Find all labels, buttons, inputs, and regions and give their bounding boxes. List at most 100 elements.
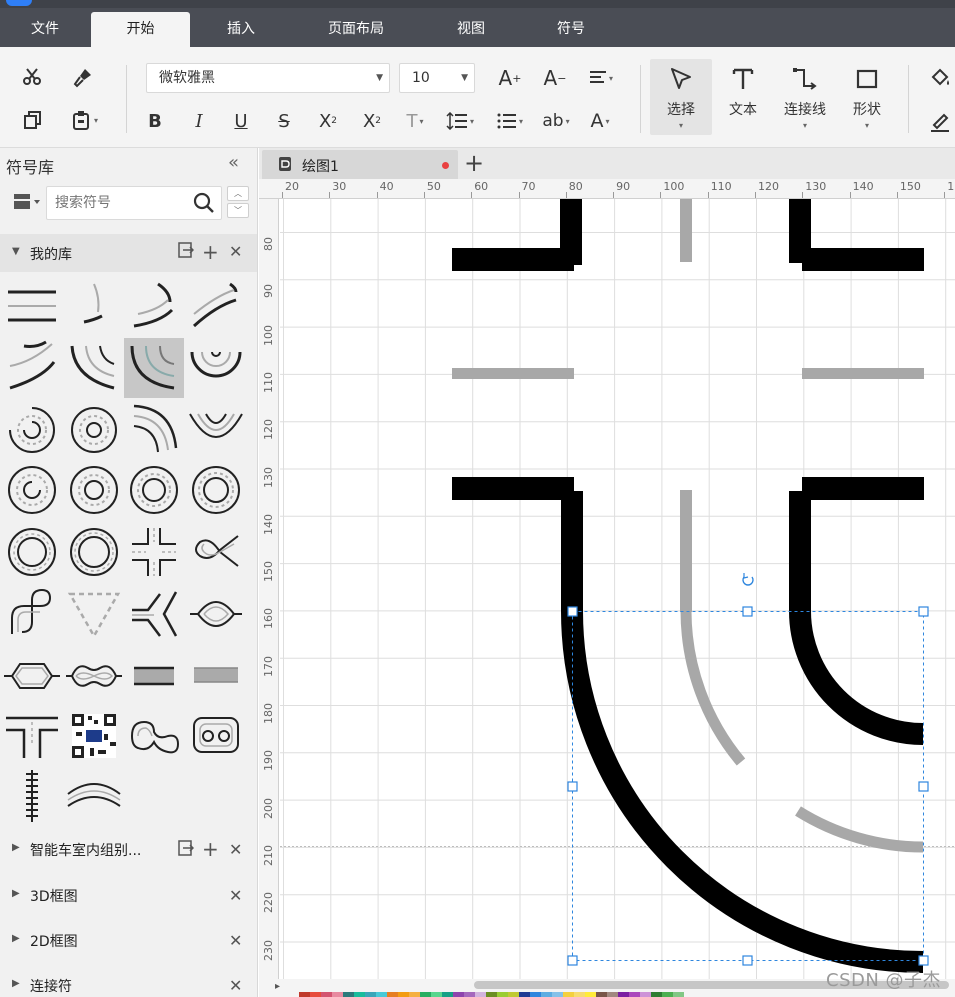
color-swatch[interactable] (442, 992, 453, 997)
tab-page-layout[interactable]: 页面布局 (310, 12, 402, 47)
symbol-kiss-road[interactable] (64, 646, 124, 706)
center-line[interactable] (680, 199, 692, 262)
symbol-roundabout-3[interactable] (186, 460, 246, 520)
resize-handle[interactable] (567, 955, 578, 966)
underline-icon[interactable]: U (226, 106, 256, 136)
page-nav-icon[interactable]: ▸ (275, 981, 280, 992)
close-icon[interactable]: ✕ (229, 242, 242, 261)
resize-handle[interactable] (918, 781, 929, 792)
add-icon[interactable]: + (202, 240, 219, 264)
color-swatch[interactable] (552, 992, 563, 997)
close-icon[interactable]: ✕ (229, 976, 242, 995)
symbol-loop-knot[interactable] (186, 522, 246, 582)
chevron-down-icon[interactable]: ﹀ (227, 203, 249, 218)
resize-handle[interactable] (742, 606, 753, 617)
select-tool-button[interactable]: 选择 ▾ (650, 59, 712, 135)
font-color-icon[interactable]: A ▾ (580, 106, 620, 136)
superscript-icon[interactable]: X2 (313, 106, 343, 136)
symbol-roundabout-2[interactable] (124, 460, 184, 520)
color-swatch[interactable] (508, 992, 519, 997)
color-swatch[interactable] (387, 992, 398, 997)
color-swatch[interactable] (673, 992, 684, 997)
color-swatch[interactable] (486, 992, 497, 997)
symbol-roundabout[interactable] (64, 460, 124, 520)
symbol-triangle-dashed[interactable] (64, 584, 124, 644)
symbol-straight-road[interactable] (2, 278, 62, 338)
color-swatch[interactable] (530, 992, 541, 997)
color-swatch[interactable] (464, 992, 475, 997)
color-swatch[interactable] (420, 992, 431, 997)
symbol-bowl[interactable] (186, 400, 246, 460)
symbol-track-loop[interactable] (186, 706, 246, 766)
library-connectors[interactable]: ▶ 连接符 ✕ (0, 966, 257, 997)
color-swatch[interactable] (640, 992, 651, 997)
drawing-canvas[interactable] (280, 199, 955, 979)
color-swatch[interactable] (299, 992, 310, 997)
symbol-crossroad[interactable] (124, 522, 184, 582)
color-swatch[interactable] (354, 992, 365, 997)
add-icon[interactable]: + (202, 837, 219, 861)
text-style-icon[interactable]: T ▾ (396, 106, 434, 136)
tab-view[interactable]: 视图 (440, 12, 502, 47)
library-2d-block[interactable]: ▶ 2D框图 ✕ (0, 921, 257, 961)
color-swatch[interactable] (563, 992, 574, 997)
symbol-search-input[interactable] (47, 187, 187, 219)
symbol-ladder[interactable] (2, 766, 62, 826)
bold-icon[interactable]: B (140, 106, 170, 136)
copy-icon[interactable] (17, 105, 47, 135)
fill-bucket-icon[interactable] (925, 63, 955, 93)
export-icon[interactable] (178, 840, 195, 860)
color-swatch[interactable] (541, 992, 552, 997)
font-shrink-icon[interactable]: A − (540, 63, 570, 93)
color-swatch[interactable] (629, 992, 640, 997)
symbol-hill-road[interactable] (64, 766, 124, 826)
resize-handle[interactable] (918, 606, 929, 617)
resize-handle[interactable] (742, 955, 753, 966)
tab-home[interactable]: 开始 (91, 12, 190, 47)
color-swatch[interactable] (409, 992, 420, 997)
symbol-arc-1[interactable] (2, 338, 62, 398)
track-wall[interactable] (802, 477, 924, 500)
color-swatch[interactable] (519, 992, 530, 997)
symbol-circle-wide[interactable] (64, 522, 124, 582)
track-wall[interactable] (789, 491, 811, 611)
symbol-arc-selected[interactable] (124, 338, 184, 398)
symbol-gray-bar[interactable] (124, 646, 184, 706)
text-case-icon[interactable]: ab ▾ (536, 106, 576, 136)
symbol-arc-wide[interactable] (124, 400, 184, 460)
color-palette[interactable] (299, 992, 684, 997)
align-icon[interactable]: ▾ (582, 63, 620, 93)
symbol-track-complex[interactable] (124, 706, 184, 766)
center-line[interactable] (452, 368, 574, 379)
outer-curve[interactable] (561, 610, 924, 973)
symbol-circle-thick[interactable] (2, 522, 62, 582)
search-icon[interactable] (193, 192, 215, 218)
italic-icon[interactable]: I (184, 106, 214, 136)
resize-handle[interactable] (918, 955, 929, 966)
text-tool-button[interactable]: 文本 (712, 59, 774, 135)
library-3d-block[interactable]: ▶ 3D框图 ✕ (0, 876, 257, 916)
close-icon[interactable]: ✕ (229, 886, 242, 905)
symbol-arc-2[interactable] (64, 338, 124, 398)
add-tab-button[interactable]: + (464, 149, 484, 177)
center-line[interactable] (680, 490, 692, 612)
paste-icon[interactable]: ▾ (64, 105, 104, 135)
color-swatch[interactable] (574, 992, 585, 997)
color-swatch[interactable] (332, 992, 343, 997)
font-size-select[interactable]: 10 ▼ (399, 63, 475, 93)
cut-icon[interactable] (17, 62, 47, 92)
color-swatch[interactable] (321, 992, 332, 997)
chevron-up-icon[interactable]: ︿ (227, 186, 249, 201)
color-swatch[interactable] (343, 992, 354, 997)
connector-tool-button[interactable]: 连接线 ▾ (774, 59, 836, 135)
symbol-slight-curve[interactable] (64, 278, 124, 338)
close-icon[interactable]: ✕ (229, 931, 242, 950)
strikethrough-icon[interactable]: S (269, 106, 299, 136)
color-swatch[interactable] (662, 992, 673, 997)
symbol-u-turn[interactable] (186, 338, 246, 398)
symbol-y-junction[interactable] (124, 584, 184, 644)
color-swatch[interactable] (376, 992, 387, 997)
symbol-ring-open[interactable] (2, 400, 62, 460)
color-swatch[interactable] (453, 992, 464, 997)
subscript-icon[interactable]: X2 (357, 106, 387, 136)
